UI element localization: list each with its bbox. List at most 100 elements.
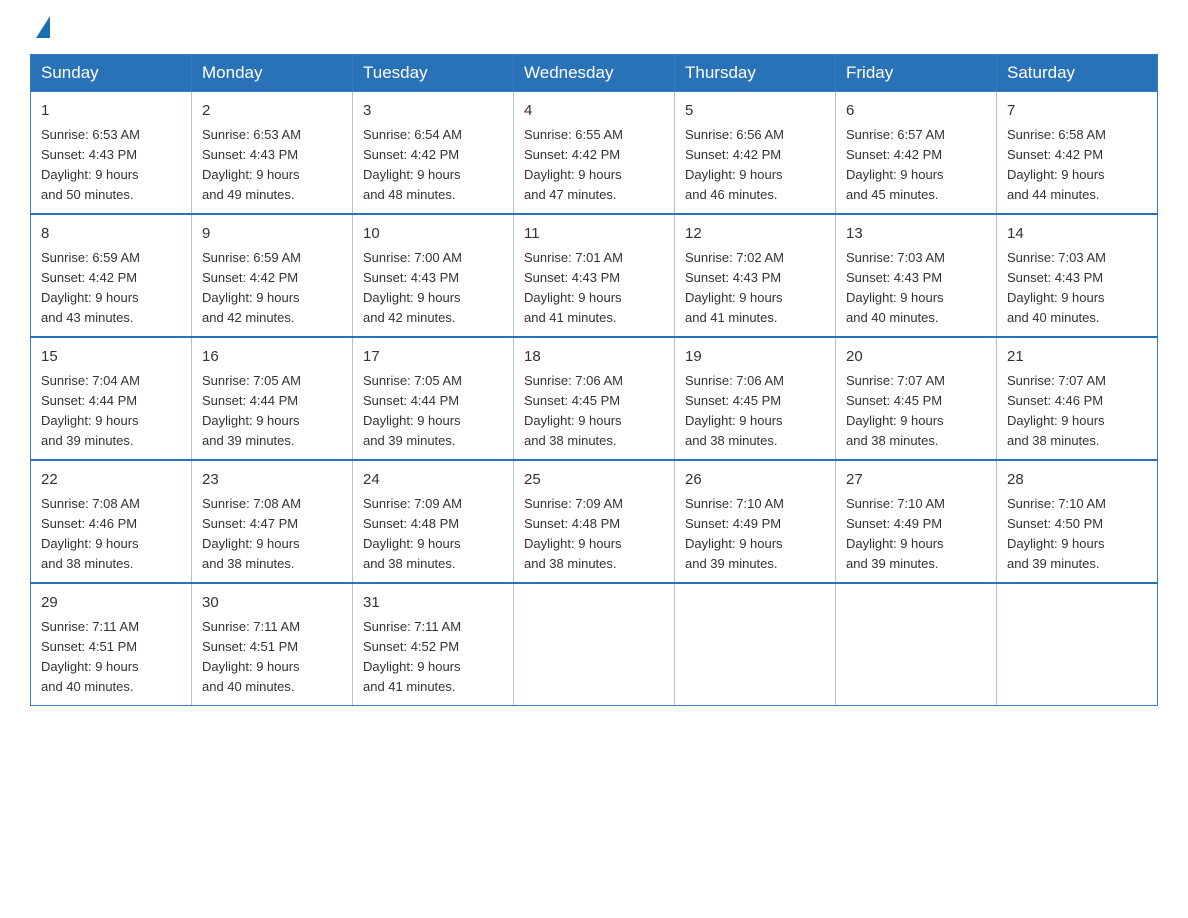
weekday-header-monday: Monday (192, 55, 353, 92)
day-info: Sunrise: 6:53 AMSunset: 4:43 PMDaylight:… (202, 125, 342, 206)
calendar-day-cell: 15Sunrise: 7:04 AMSunset: 4:44 PMDayligh… (31, 337, 192, 460)
day-number: 15 (41, 346, 181, 369)
calendar-day-cell: 13Sunrise: 7:03 AMSunset: 4:43 PMDayligh… (836, 214, 997, 337)
day-number: 30 (202, 592, 342, 615)
calendar-day-cell (997, 583, 1158, 706)
calendar-day-cell: 18Sunrise: 7:06 AMSunset: 4:45 PMDayligh… (514, 337, 675, 460)
day-number: 28 (1007, 469, 1147, 492)
day-info: Sunrise: 6:58 AMSunset: 4:42 PMDaylight:… (1007, 125, 1147, 206)
day-info: Sunrise: 7:11 AMSunset: 4:52 PMDaylight:… (363, 617, 503, 698)
day-info: Sunrise: 6:56 AMSunset: 4:42 PMDaylight:… (685, 125, 825, 206)
day-info: Sunrise: 7:02 AMSunset: 4:43 PMDaylight:… (685, 248, 825, 329)
day-number: 22 (41, 469, 181, 492)
calendar-day-cell: 27Sunrise: 7:10 AMSunset: 4:49 PMDayligh… (836, 460, 997, 583)
day-number: 27 (846, 469, 986, 492)
calendar-day-cell: 17Sunrise: 7:05 AMSunset: 4:44 PMDayligh… (353, 337, 514, 460)
day-number: 24 (363, 469, 503, 492)
day-info: Sunrise: 7:11 AMSunset: 4:51 PMDaylight:… (41, 617, 181, 698)
calendar-header-row: SundayMondayTuesdayWednesdayThursdayFrid… (31, 55, 1158, 92)
calendar-day-cell: 12Sunrise: 7:02 AMSunset: 4:43 PMDayligh… (675, 214, 836, 337)
day-info: Sunrise: 7:09 AMSunset: 4:48 PMDaylight:… (524, 494, 664, 575)
day-info: Sunrise: 6:59 AMSunset: 4:42 PMDaylight:… (41, 248, 181, 329)
calendar-week-row: 15Sunrise: 7:04 AMSunset: 4:44 PMDayligh… (31, 337, 1158, 460)
day-number: 8 (41, 223, 181, 246)
day-info: Sunrise: 7:00 AMSunset: 4:43 PMDaylight:… (363, 248, 503, 329)
logo-text (30, 20, 50, 38)
day-info: Sunrise: 7:10 AMSunset: 4:50 PMDaylight:… (1007, 494, 1147, 575)
day-info: Sunrise: 7:08 AMSunset: 4:47 PMDaylight:… (202, 494, 342, 575)
calendar-day-cell: 8Sunrise: 6:59 AMSunset: 4:42 PMDaylight… (31, 214, 192, 337)
calendar-day-cell: 29Sunrise: 7:11 AMSunset: 4:51 PMDayligh… (31, 583, 192, 706)
calendar-day-cell: 5Sunrise: 6:56 AMSunset: 4:42 PMDaylight… (675, 92, 836, 215)
calendar-day-cell: 16Sunrise: 7:05 AMSunset: 4:44 PMDayligh… (192, 337, 353, 460)
day-info: Sunrise: 7:09 AMSunset: 4:48 PMDaylight:… (363, 494, 503, 575)
day-info: Sunrise: 6:55 AMSunset: 4:42 PMDaylight:… (524, 125, 664, 206)
day-number: 13 (846, 223, 986, 246)
day-number: 31 (363, 592, 503, 615)
weekday-header-sunday: Sunday (31, 55, 192, 92)
day-info: Sunrise: 6:59 AMSunset: 4:42 PMDaylight:… (202, 248, 342, 329)
weekday-header-friday: Friday (836, 55, 997, 92)
logo-triangle-icon (36, 16, 50, 38)
calendar-week-row: 22Sunrise: 7:08 AMSunset: 4:46 PMDayligh… (31, 460, 1158, 583)
calendar-day-cell: 19Sunrise: 7:06 AMSunset: 4:45 PMDayligh… (675, 337, 836, 460)
calendar-day-cell: 14Sunrise: 7:03 AMSunset: 4:43 PMDayligh… (997, 214, 1158, 337)
day-number: 19 (685, 346, 825, 369)
day-info: Sunrise: 6:54 AMSunset: 4:42 PMDaylight:… (363, 125, 503, 206)
calendar-day-cell: 30Sunrise: 7:11 AMSunset: 4:51 PMDayligh… (192, 583, 353, 706)
day-number: 21 (1007, 346, 1147, 369)
day-info: Sunrise: 7:05 AMSunset: 4:44 PMDaylight:… (202, 371, 342, 452)
calendar-day-cell: 28Sunrise: 7:10 AMSunset: 4:50 PMDayligh… (997, 460, 1158, 583)
calendar-day-cell: 2Sunrise: 6:53 AMSunset: 4:43 PMDaylight… (192, 92, 353, 215)
calendar-week-row: 8Sunrise: 6:59 AMSunset: 4:42 PMDaylight… (31, 214, 1158, 337)
day-number: 12 (685, 223, 825, 246)
day-number: 10 (363, 223, 503, 246)
weekday-header-saturday: Saturday (997, 55, 1158, 92)
day-info: Sunrise: 7:10 AMSunset: 4:49 PMDaylight:… (685, 494, 825, 575)
day-number: 6 (846, 100, 986, 123)
calendar-day-cell: 21Sunrise: 7:07 AMSunset: 4:46 PMDayligh… (997, 337, 1158, 460)
day-number: 7 (1007, 100, 1147, 123)
day-number: 20 (846, 346, 986, 369)
day-info: Sunrise: 7:06 AMSunset: 4:45 PMDaylight:… (685, 371, 825, 452)
calendar-week-row: 29Sunrise: 7:11 AMSunset: 4:51 PMDayligh… (31, 583, 1158, 706)
day-info: Sunrise: 7:10 AMSunset: 4:49 PMDaylight:… (846, 494, 986, 575)
calendar-day-cell: 26Sunrise: 7:10 AMSunset: 4:49 PMDayligh… (675, 460, 836, 583)
day-info: Sunrise: 7:11 AMSunset: 4:51 PMDaylight:… (202, 617, 342, 698)
page-wrapper: SundayMondayTuesdayWednesdayThursdayFrid… (0, 0, 1188, 736)
calendar-day-cell: 6Sunrise: 6:57 AMSunset: 4:42 PMDaylight… (836, 92, 997, 215)
weekday-header-wednesday: Wednesday (514, 55, 675, 92)
day-number: 3 (363, 100, 503, 123)
day-info: Sunrise: 7:03 AMSunset: 4:43 PMDaylight:… (846, 248, 986, 329)
day-info: Sunrise: 7:05 AMSunset: 4:44 PMDaylight:… (363, 371, 503, 452)
logo-area (30, 20, 50, 34)
calendar-day-cell: 4Sunrise: 6:55 AMSunset: 4:42 PMDaylight… (514, 92, 675, 215)
day-number: 5 (685, 100, 825, 123)
day-number: 18 (524, 346, 664, 369)
calendar-day-cell: 11Sunrise: 7:01 AMSunset: 4:43 PMDayligh… (514, 214, 675, 337)
day-number: 9 (202, 223, 342, 246)
calendar-day-cell: 25Sunrise: 7:09 AMSunset: 4:48 PMDayligh… (514, 460, 675, 583)
day-number: 29 (41, 592, 181, 615)
day-info: Sunrise: 6:57 AMSunset: 4:42 PMDaylight:… (846, 125, 986, 206)
day-number: 25 (524, 469, 664, 492)
day-info: Sunrise: 7:01 AMSunset: 4:43 PMDaylight:… (524, 248, 664, 329)
day-info: Sunrise: 7:07 AMSunset: 4:46 PMDaylight:… (1007, 371, 1147, 452)
day-number: 11 (524, 223, 664, 246)
calendar-day-cell: 20Sunrise: 7:07 AMSunset: 4:45 PMDayligh… (836, 337, 997, 460)
day-number: 4 (524, 100, 664, 123)
day-info: Sunrise: 7:03 AMSunset: 4:43 PMDaylight:… (1007, 248, 1147, 329)
calendar-day-cell: 23Sunrise: 7:08 AMSunset: 4:47 PMDayligh… (192, 460, 353, 583)
calendar-day-cell (675, 583, 836, 706)
calendar-day-cell: 31Sunrise: 7:11 AMSunset: 4:52 PMDayligh… (353, 583, 514, 706)
calendar-day-cell: 1Sunrise: 6:53 AMSunset: 4:43 PMDaylight… (31, 92, 192, 215)
day-info: Sunrise: 7:07 AMSunset: 4:45 PMDaylight:… (846, 371, 986, 452)
calendar-body: 1Sunrise: 6:53 AMSunset: 4:43 PMDaylight… (31, 92, 1158, 706)
day-number: 23 (202, 469, 342, 492)
calendar-day-cell: 9Sunrise: 6:59 AMSunset: 4:42 PMDaylight… (192, 214, 353, 337)
calendar-day-cell: 3Sunrise: 6:54 AMSunset: 4:42 PMDaylight… (353, 92, 514, 215)
calendar-day-cell: 10Sunrise: 7:00 AMSunset: 4:43 PMDayligh… (353, 214, 514, 337)
day-number: 16 (202, 346, 342, 369)
calendar-day-cell: 7Sunrise: 6:58 AMSunset: 4:42 PMDaylight… (997, 92, 1158, 215)
day-number: 17 (363, 346, 503, 369)
